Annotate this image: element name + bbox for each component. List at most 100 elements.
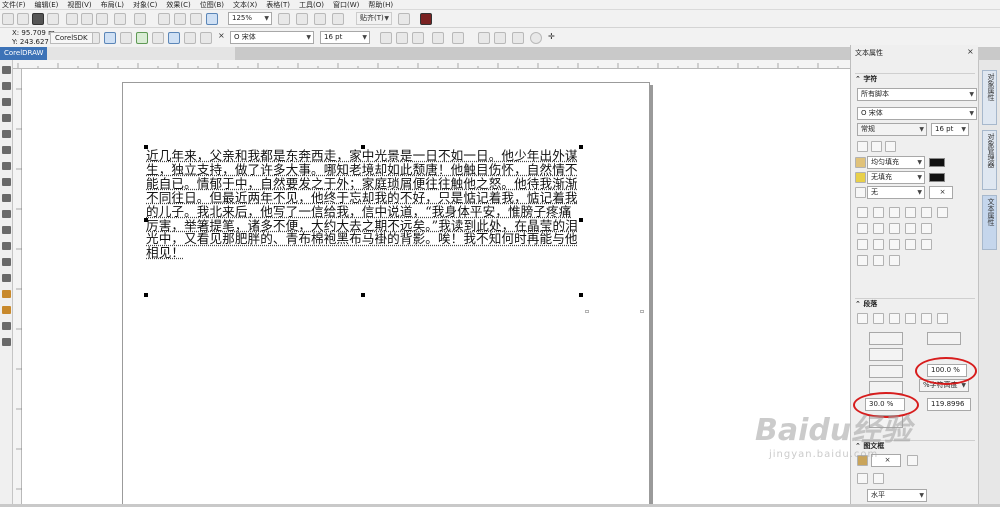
- import-icon[interactable]: [174, 13, 186, 25]
- align-center-icon[interactable]: [889, 313, 900, 324]
- kerning-icon[interactable]: [921, 239, 932, 250]
- close-icon[interactable]: ×: [967, 47, 974, 56]
- menu-effects[interactable]: 效果(C): [166, 0, 190, 10]
- menu-bitmaps[interactable]: 位图(B): [200, 0, 224, 10]
- parallel-dimension-tool-icon[interactable]: [2, 226, 11, 234]
- spacing-icon[interactable]: [873, 255, 884, 266]
- cut-icon[interactable]: [66, 13, 78, 25]
- selection-handle[interactable]: [144, 293, 148, 297]
- case-forms-icon[interactable]: [857, 255, 868, 266]
- pick-tool-icon[interactable]: [2, 66, 11, 74]
- selection-handle[interactable]: [579, 293, 583, 297]
- swash-icon[interactable]: [921, 223, 932, 234]
- background-color-swatch[interactable]: [929, 173, 945, 182]
- bold-icon[interactable]: [380, 32, 392, 44]
- subscript-icon[interactable]: [921, 207, 932, 218]
- artistic-media-tool-icon[interactable]: [2, 146, 11, 154]
- menu-window[interactable]: 窗口(W): [333, 0, 359, 10]
- tab-coreldraw[interactable]: CorelDRAW: [0, 47, 47, 60]
- tab-object-manager[interactable]: 对象管理器: [982, 130, 997, 190]
- space-before-field[interactable]: [869, 365, 903, 378]
- character-section-header[interactable]: ⌃ 字符: [855, 73, 975, 83]
- right-indent-field[interactable]: [869, 348, 903, 361]
- guidelines-icon[interactable]: [332, 13, 344, 25]
- font-family-select[interactable]: O 宋体 ▼: [230, 31, 314, 44]
- left-indent-field[interactable]: [869, 332, 903, 345]
- underline-icon[interactable]: [412, 32, 424, 44]
- new-document-icon[interactable]: [2, 13, 14, 25]
- undo-icon[interactable]: [114, 13, 126, 25]
- shape-tool-icon[interactable]: [2, 82, 11, 90]
- options-gear-icon[interactable]: [398, 13, 410, 25]
- font-size-select[interactable]: 16 pt ▼: [320, 31, 370, 44]
- stylistic-set-icon[interactable]: [905, 223, 916, 234]
- application-launcher-icon[interactable]: [420, 13, 432, 25]
- transparency-tool-icon[interactable]: [2, 274, 11, 282]
- ligature-icon[interactable]: [937, 207, 948, 218]
- titling-icon[interactable]: [889, 239, 900, 250]
- tab-corelsdk[interactable]: CorelSDK: [50, 32, 93, 44]
- superscript-icon[interactable]: [905, 207, 916, 218]
- force-justify-icon[interactable]: [937, 313, 948, 324]
- ellipse-tool-icon[interactable]: [2, 178, 11, 186]
- full-screen-icon[interactable]: [278, 13, 290, 25]
- outline-color-select[interactable]: ×: [929, 186, 953, 199]
- menu-edit[interactable]: 编辑(E): [35, 0, 59, 10]
- ordinal-icon[interactable]: [889, 223, 900, 234]
- text-tool-icon[interactable]: [2, 210, 11, 218]
- vertical-alignment-icon[interactable]: [873, 473, 884, 484]
- uppercase-icon[interactable]: [857, 207, 868, 218]
- menu-file[interactable]: 文件(F): [2, 0, 26, 10]
- paragraph-section-header[interactable]: ⌃ 段落: [855, 298, 975, 308]
- align-right-icon[interactable]: [905, 313, 916, 324]
- selection-handle[interactable]: [361, 293, 365, 297]
- combine-icon[interactable]: [136, 32, 148, 44]
- fill-type-select[interactable]: 均匀填充 ▼: [867, 156, 925, 169]
- align-left-icon[interactable]: [873, 313, 884, 324]
- fill-color-swatch[interactable]: [929, 158, 945, 167]
- tab-object-properties[interactable]: 对象属性: [982, 70, 997, 125]
- menu-layout[interactable]: 布局(L): [101, 0, 124, 10]
- justify-icon[interactable]: [921, 313, 932, 324]
- add-icon[interactable]: ✛: [548, 32, 555, 41]
- ungroup-icon[interactable]: [120, 32, 132, 44]
- strikethrough-icon[interactable]: [871, 141, 882, 152]
- print-icon[interactable]: [47, 13, 59, 25]
- slashed-zero-icon[interactable]: [889, 255, 900, 266]
- contextual-alternates-icon[interactable]: [857, 239, 868, 250]
- numerals-icon[interactable]: [857, 223, 868, 234]
- first-line-indent-field[interactable]: [927, 332, 961, 345]
- unlock-icon[interactable]: [200, 32, 212, 44]
- crop-tool-icon[interactable]: [2, 98, 11, 106]
- paragraph-text-frame[interactable]: 近几年来，父亲和我都是东奔西走，家中光景是一日不如一日。他少年出外谋生，独立支持…: [146, 149, 582, 260]
- overline-icon[interactable]: [885, 141, 896, 152]
- publish-pdf-icon[interactable]: [206, 13, 218, 25]
- historical-forms-icon[interactable]: [873, 239, 884, 250]
- italic-icon[interactable]: [396, 32, 408, 44]
- save-icon[interactable]: [32, 13, 44, 25]
- underline-icon[interactable]: [857, 141, 868, 152]
- font-style-select[interactable]: 常规 ▼: [857, 123, 927, 136]
- menu-object[interactable]: 对象(C): [133, 0, 157, 10]
- word-spacing-field[interactable]: 119.8996: [927, 398, 971, 411]
- search-content-icon[interactable]: [158, 13, 170, 25]
- columns-icon[interactable]: [512, 32, 524, 44]
- character-formatting-icon[interactable]: [478, 32, 490, 44]
- small-caps-icon[interactable]: [873, 207, 884, 218]
- align-none-icon[interactable]: [857, 313, 868, 324]
- fraction-icon[interactable]: [873, 223, 884, 234]
- outline-width-select[interactable]: 无 ▼: [867, 186, 925, 199]
- drawing-canvas[interactable]: 近几年来，父亲和我都是东奔西走，家中光景是一日不如一日。他少年出外谋生，独立支持…: [22, 69, 850, 504]
- smart-fill-tool-icon[interactable]: [2, 322, 11, 330]
- lock-icon[interactable]: [184, 32, 196, 44]
- panel-font-size-select[interactable]: 16 pt ▼: [931, 123, 969, 136]
- snap-to-dropdown[interactable]: 贴齐(T) ▼: [356, 12, 392, 25]
- edit-text-icon[interactable]: [494, 32, 506, 44]
- columns-icon[interactable]: [857, 473, 868, 484]
- menu-table[interactable]: 表格(T): [266, 0, 290, 10]
- text-direction-select[interactable]: 水平 ▼: [867, 489, 927, 502]
- panel-font-family-select[interactable]: O 宋体 ▼: [857, 107, 977, 120]
- horizontal-ruler[interactable]: [13, 60, 850, 69]
- background-fill-select[interactable]: 无填充 ▼: [867, 171, 925, 184]
- eyedropper-tool-icon[interactable]: [2, 290, 11, 298]
